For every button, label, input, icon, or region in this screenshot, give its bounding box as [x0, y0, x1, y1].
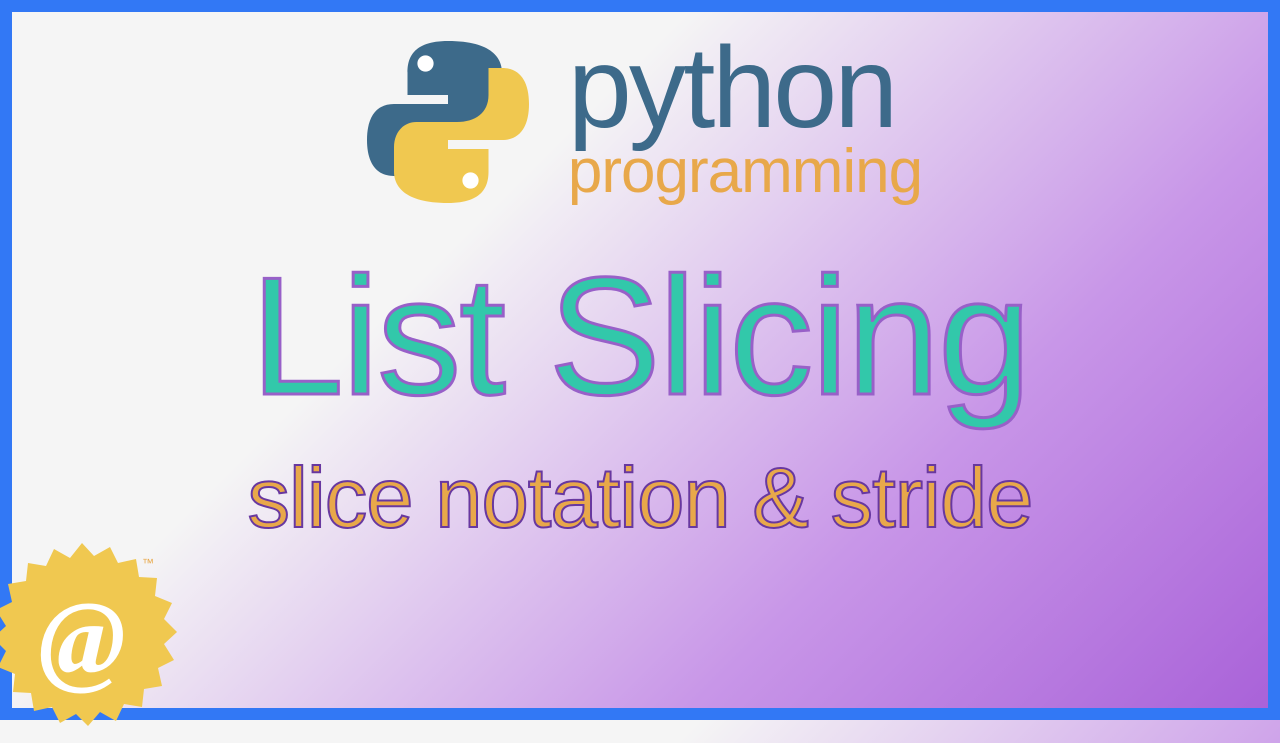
at-symbol: @: [38, 578, 125, 699]
subtitle: slice notation & stride: [12, 450, 1268, 548]
python-logo-icon: [358, 32, 538, 212]
python-title: python: [568, 37, 895, 141]
header-section: python programming: [12, 12, 1268, 212]
programming-subtitle: programming: [568, 136, 922, 207]
badge-icon: @ ™: [0, 538, 182, 738]
header-text-group: python programming: [568, 37, 922, 207]
tm-symbol: ™: [142, 556, 154, 570]
main-title: List Slicing: [12, 252, 1268, 420]
